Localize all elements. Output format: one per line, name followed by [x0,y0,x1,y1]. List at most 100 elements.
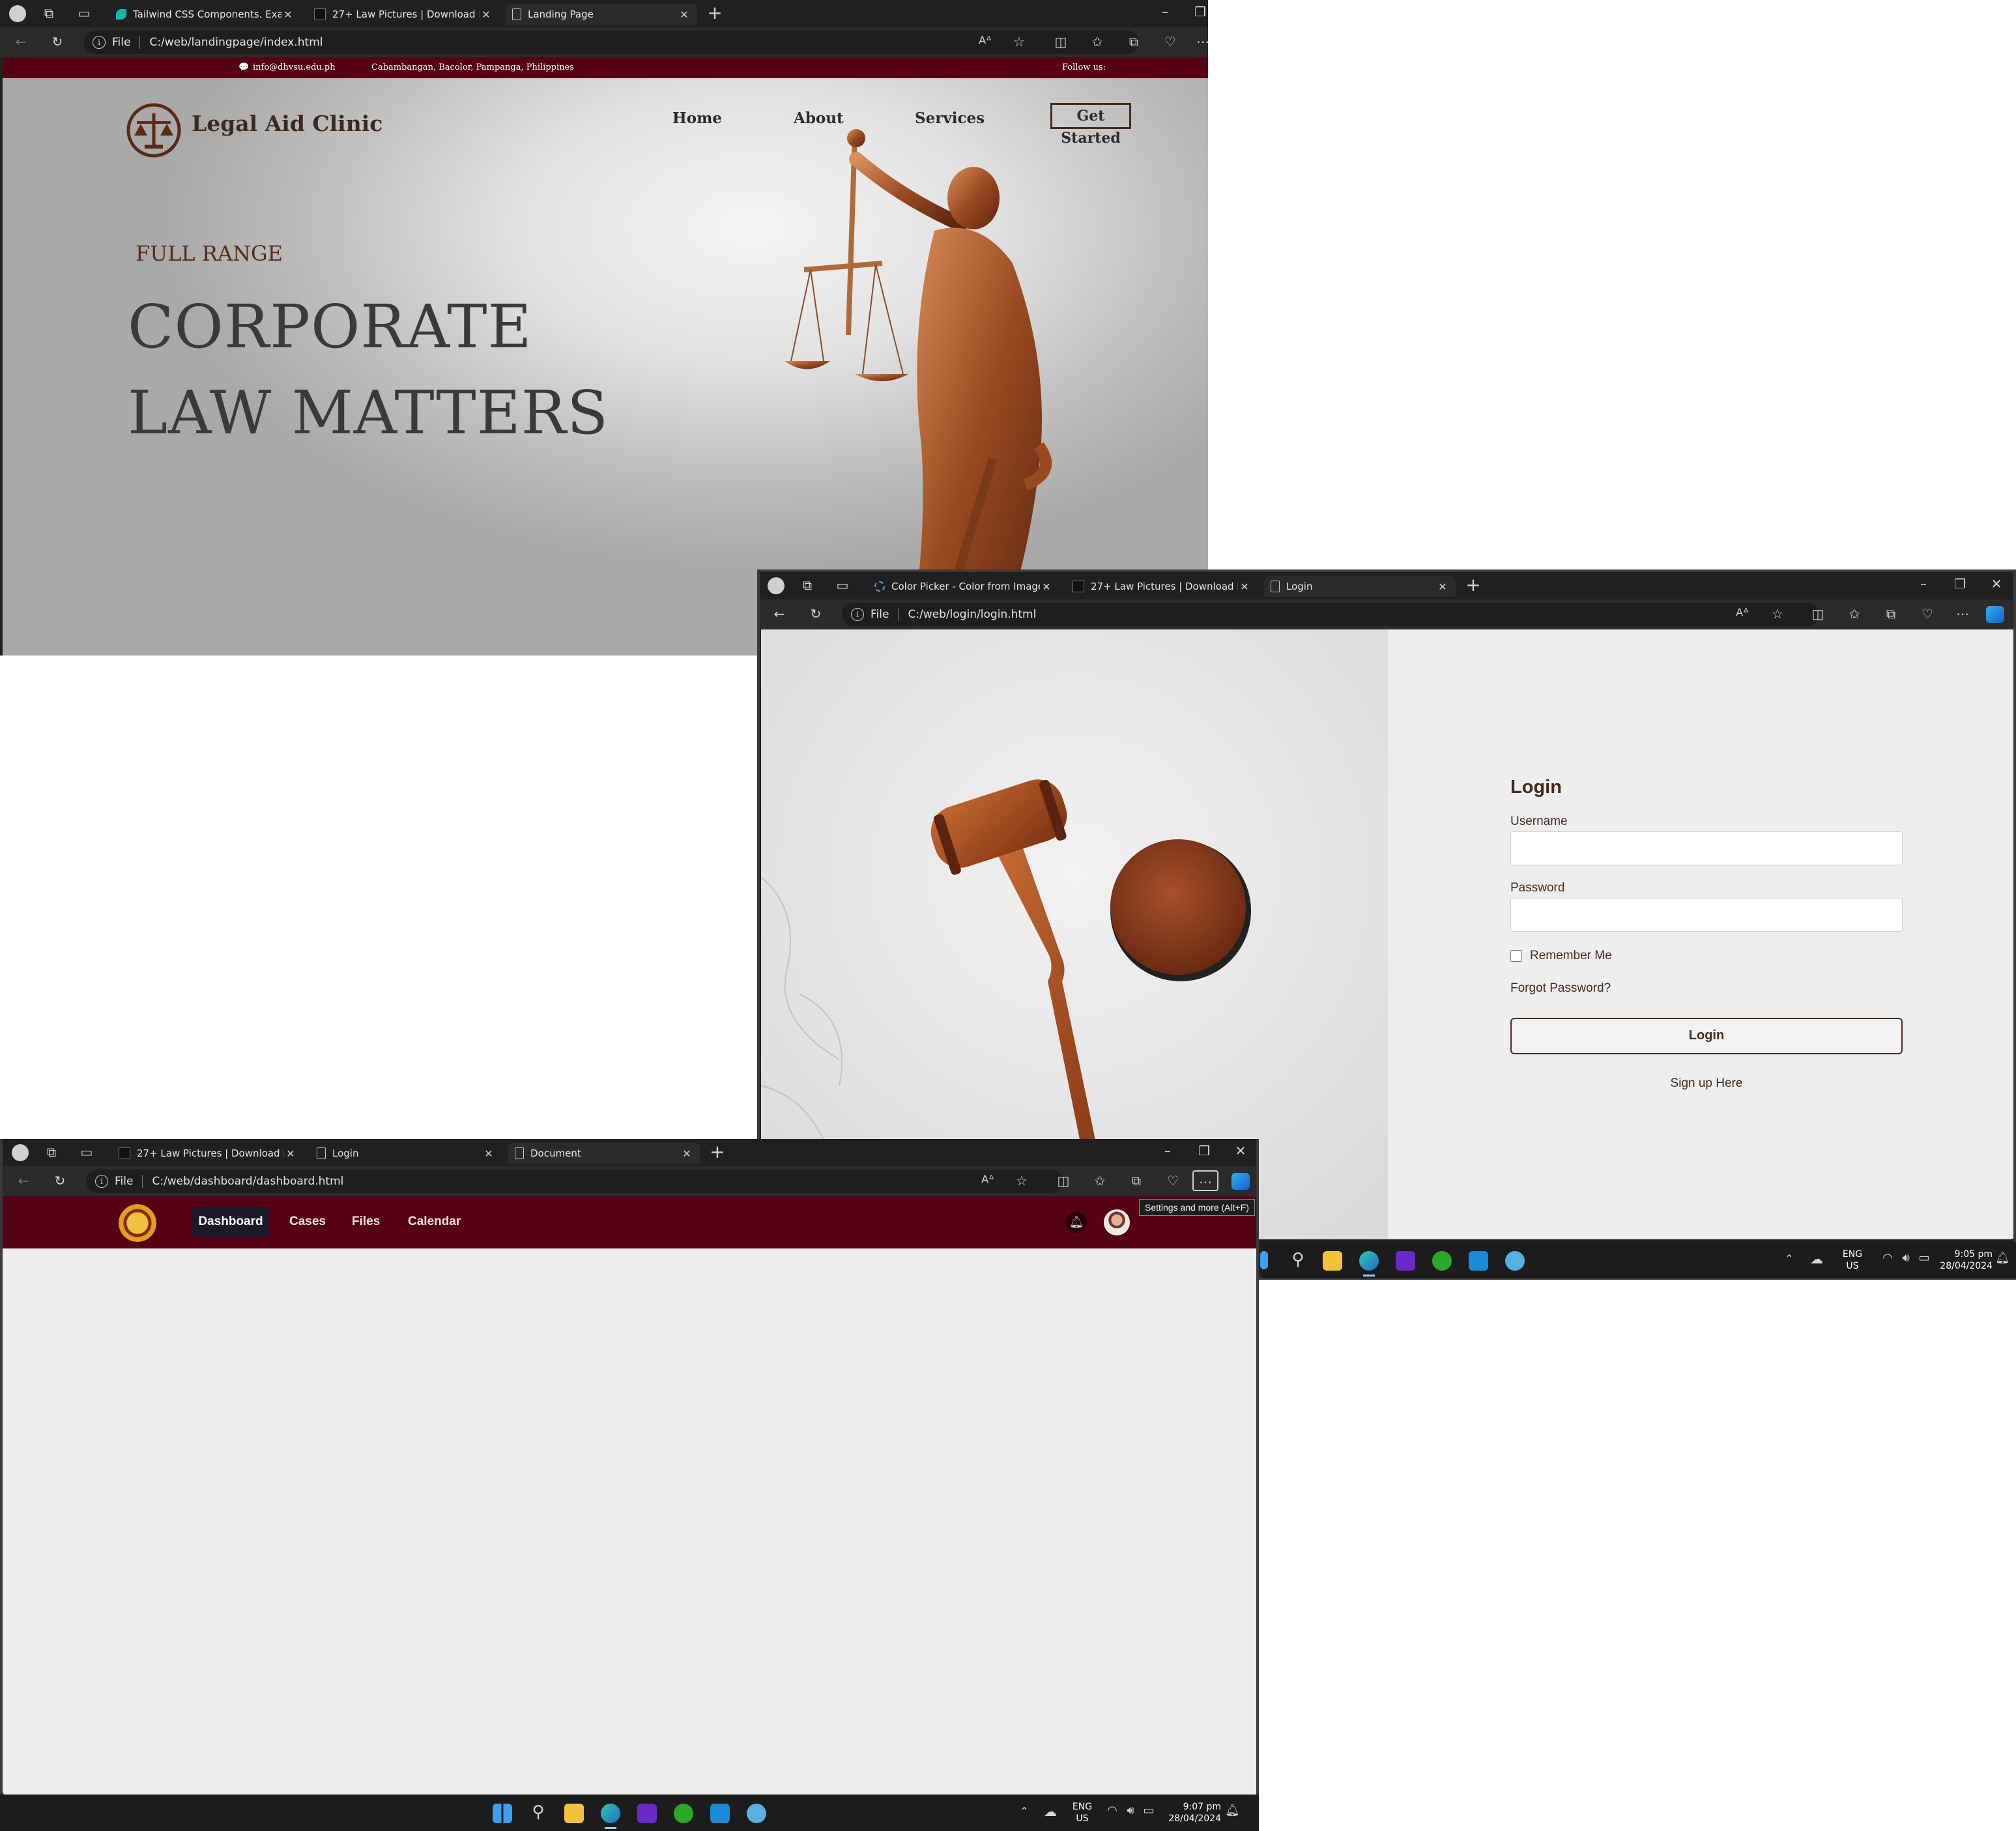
scales-logo-icon[interactable] [126,103,181,158]
vertical-tabs-icon[interactable]: ▭ [77,7,91,21]
nav-home[interactable]: Home [672,109,722,127]
language-indicator[interactable]: ENG US [1836,1248,1869,1272]
split-screen-icon[interactable]: ◫ [1053,35,1069,48]
tab-login[interactable]: Login ✕ [310,1143,502,1164]
close-window-icon[interactable]: ✕ [1233,1144,1248,1157]
refresh-icon[interactable]: ↻ [50,35,65,48]
new-tab-icon[interactable]: + [706,4,723,22]
brand-name[interactable]: Legal Aid Clinic [192,111,382,136]
close-icon[interactable]: ✕ [1238,581,1251,593]
browser-essentials-icon[interactable]: ♡ [1165,1174,1181,1187]
notification-bell-icon[interactable]: 🔔︎ [1066,1212,1087,1233]
minimize-icon[interactable]: – [1916,577,1931,590]
nav-calendar[interactable]: Calendar [408,1215,461,1229]
close-icon[interactable]: ✕ [281,8,295,21]
windows-start-icon[interactable] [1260,1251,1268,1269]
read-aloud-icon[interactable]: Aᐞ [1735,607,1750,618]
tab-login[interactable]: Login ✕ [1264,576,1456,597]
minimize-icon[interactable]: – [1157,5,1173,18]
workspaces-icon[interactable]: ⧉ [44,1146,59,1159]
xbox-icon[interactable] [1432,1251,1452,1271]
tab-landing-page[interactable]: Landing Page ✕ [506,4,697,25]
close-icon[interactable]: ✕ [678,8,691,21]
back-icon[interactable]: ← [13,35,29,48]
onedrive-cloud-icon[interactable]: ☁ [1807,1252,1826,1265]
forgot-password-link[interactable]: Forgot Password? [1510,981,1611,996]
clinic-seal-logo-icon[interactable] [119,1204,156,1242]
login-button[interactable]: Login [1510,1018,1903,1054]
search-icon[interactable]: ⚲ [529,1804,547,1821]
remember-me-label[interactable]: Remember Me [1530,949,1612,963]
profile-icon[interactable] [12,1144,29,1161]
vscode-icon[interactable] [1469,1251,1488,1271]
copilot-icon[interactable] [1986,606,2004,623]
edge-browser-icon[interactable] [601,1804,620,1823]
tab-document[interactable]: Document ✕ [508,1143,700,1164]
favorites-icon[interactable]: ✩ [1092,1174,1108,1187]
read-aloud-icon[interactable]: Aᐞ [977,35,993,46]
volume-icon[interactable]: 🔊︎ [1899,1252,1913,1264]
close-icon[interactable]: ✕ [284,1147,297,1160]
workspaces-icon[interactable]: ⧉ [42,7,56,21]
more-icon[interactable]: ⋯ [1196,35,1208,48]
new-tab-icon[interactable]: + [1465,576,1482,594]
browser-essentials-icon[interactable]: ♡ [1162,35,1178,48]
read-aloud-icon[interactable]: Aᐞ [980,1174,996,1185]
remember-me-checkbox[interactable] [1510,950,1522,962]
notification-bell-icon[interactable]: 🔔︎ [1225,1805,1240,1817]
user-avatar[interactable] [1104,1209,1130,1235]
sign-up-link[interactable]: Sign up Here [1510,1076,1903,1091]
favorite-star-icon[interactable]: ☆ [1011,35,1027,48]
xbox-icon[interactable] [674,1804,693,1823]
tab-color-picker[interactable]: Color Picker - Color from Image ✕ [868,576,1059,597]
tab-law-pictures[interactable]: 27+ Law Pictures | Download Fre ✕ [112,1143,304,1164]
favorite-star-icon[interactable]: ☆ [1770,607,1785,620]
close-icon[interactable]: ✕ [1040,581,1053,593]
wifi-icon[interactable]: ◠ [1105,1805,1119,1817]
file-explorer-icon[interactable] [564,1804,584,1823]
tab-law-pictures[interactable]: 27+ Law Pictures | Download Fre ✕ [1066,576,1258,597]
nav-cases[interactable]: Cases [289,1215,326,1229]
onedrive-cloud-icon[interactable]: ☁ [1041,1805,1059,1818]
windows-start-icon[interactable] [493,1804,512,1823]
photo-app-icon[interactable] [637,1804,657,1823]
restore-icon[interactable]: ❐ [1952,577,1968,590]
contact-email[interactable]: info@dhvsu.edu.ph [253,63,336,72]
photo-app-icon[interactable] [1396,1251,1415,1271]
vertical-tabs-icon[interactable]: ▭ [79,1146,94,1159]
close-icon[interactable]: ✕ [1436,581,1449,593]
tab-tailwind[interactable]: Tailwind CSS Components. Examp ✕ [109,4,301,25]
close-icon[interactable]: ✕ [680,1147,693,1160]
back-icon[interactable]: ← [771,607,787,620]
nav-files[interactable]: Files [352,1215,380,1229]
back-icon[interactable]: ← [16,1174,31,1187]
restore-icon[interactable]: ❐ [1196,1144,1212,1157]
more-icon[interactable]: ⋯ [1955,607,1970,620]
battery-icon[interactable]: ▭ [1142,1805,1156,1817]
wifi-icon[interactable]: ◠ [1880,1252,1895,1264]
refresh-icon[interactable]: ↻ [52,1174,68,1187]
restore-icon[interactable]: ❐ [1192,5,1208,18]
url-field[interactable]: i File C:/web/dashboard/dashboard.html [86,1170,1063,1193]
collections-icon[interactable]: ⧉ [1126,35,1142,48]
clock[interactable]: 9:07 pm 28/04/2024 [1160,1801,1221,1824]
favorites-icon[interactable]: ✩ [1847,607,1862,620]
chevron-up-icon[interactable]: ⌃ [1018,1806,1031,1817]
file-explorer-icon[interactable] [1323,1251,1342,1271]
network-globe-icon[interactable] [747,1804,766,1823]
favorite-star-icon[interactable]: ☆ [1014,1174,1030,1187]
profile-icon[interactable] [9,5,26,22]
split-screen-icon[interactable]: ◫ [1810,607,1826,620]
language-indicator[interactable]: ENG US [1066,1801,1099,1824]
close-window-icon[interactable]: ✕ [1989,577,2004,590]
chevron-up-icon[interactable]: ⌃ [1783,1254,1796,1264]
browser-essentials-icon[interactable]: ♡ [1920,607,1935,620]
volume-icon[interactable]: 🔊︎ [1123,1805,1138,1817]
more-icon[interactable]: ⋯ [1192,1170,1218,1191]
new-tab-icon[interactable]: + [709,1143,726,1161]
copilot-icon[interactable] [1231,1173,1250,1190]
nav-dashboard[interactable]: Dashboard [192,1207,270,1237]
notification-bell-icon[interactable]: 🔔︎ [1995,1252,2010,1264]
vertical-tabs-icon[interactable]: ▭ [835,579,850,592]
search-icon[interactable]: ⚲ [1289,1251,1307,1268]
